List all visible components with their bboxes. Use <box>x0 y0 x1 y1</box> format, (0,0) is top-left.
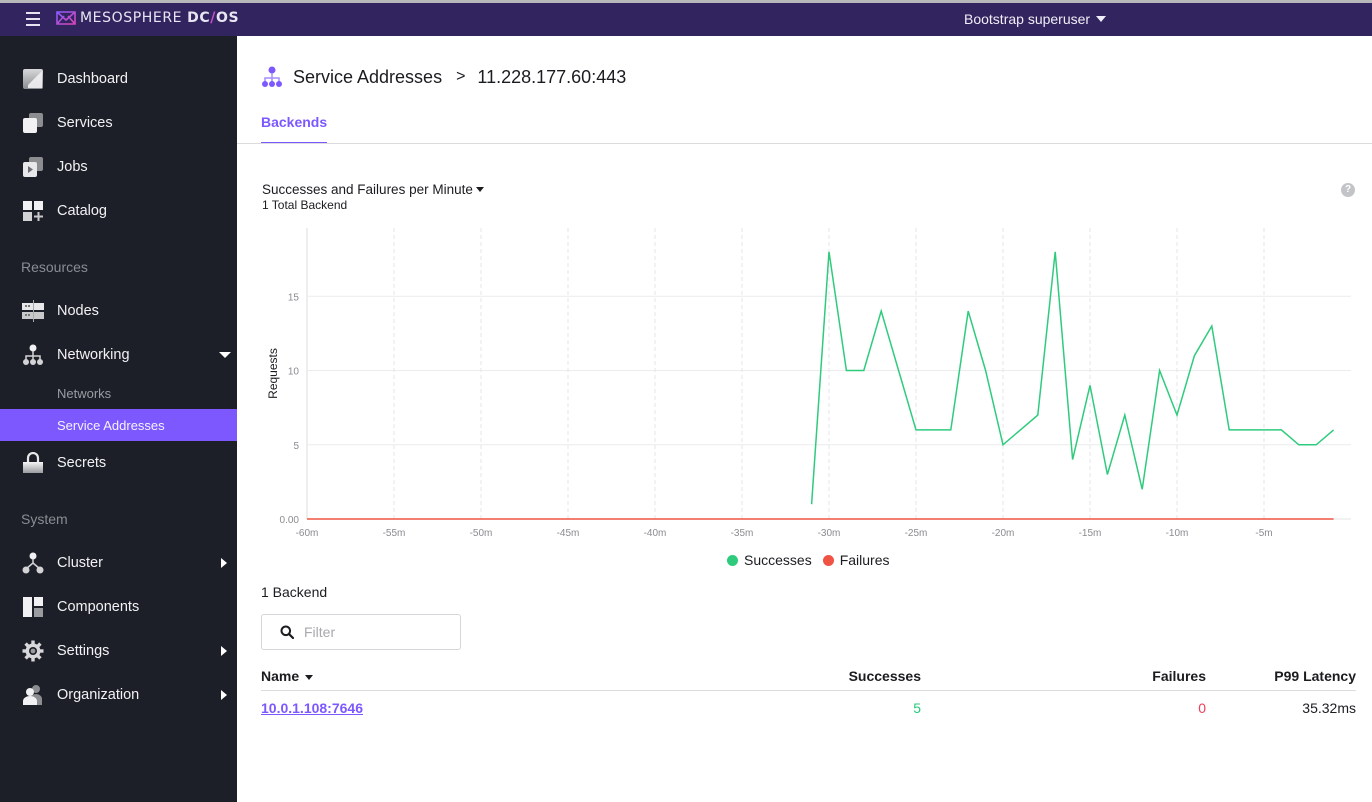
y-axis-label: Requests <box>266 348 280 399</box>
user-name: Bootstrap superuser <box>964 11 1091 27</box>
x-tick-label: -45m <box>557 528 580 539</box>
user-menu[interactable]: Bootstrap superuser <box>964 11 1107 27</box>
chevron-right-icon <box>221 646 227 656</box>
column-header-name[interactable]: Name <box>261 668 314 684</box>
column-header-failures[interactable]: Failures <box>1152 668 1206 684</box>
x-tick-label: -25m <box>905 528 928 539</box>
successes-line <box>810 251 1335 505</box>
x-tick-label: -50m <box>470 528 493 539</box>
top-bar: MESOSPHERE DC/OS Bootstrap superuser <box>0 0 1372 36</box>
cluster-icon <box>22 552 44 574</box>
sidebar-item-networks[interactable]: Networks <box>0 377 237 409</box>
sidebar-item-components[interactable]: Components <box>0 589 237 625</box>
brand-logo[interactable]: MESOSPHERE DC/OS <box>56 10 239 26</box>
services-icon <box>23 113 43 133</box>
backend-latency: 35.32ms <box>1302 700 1356 716</box>
mesosphere-logo-icon <box>56 11 76 25</box>
table-divider <box>261 690 1356 691</box>
x-tick-label: -55m <box>383 528 406 539</box>
organization-icon <box>23 685 42 705</box>
x-tick-label: -60m <box>296 528 319 539</box>
sidebar-item-networking[interactable]: Networking <box>0 337 237 373</box>
sidebar: Dashboard Services Jobs Catalog Resource… <box>0 36 237 802</box>
brand-name: MESOSPHERE DC/OS <box>80 10 240 26</box>
search-icon <box>280 625 294 639</box>
chevron-down-icon <box>219 352 231 358</box>
jobs-icon <box>23 157 43 177</box>
sort-caret-icon <box>305 674 314 680</box>
main-content: Service Addresses > 11.228.177.60:443 Ba… <box>237 36 1372 802</box>
legend-dot-failures <box>822 554 834 566</box>
chevron-right-icon <box>221 690 227 700</box>
sidebar-item-services[interactable]: Services <box>0 105 237 141</box>
y-tick-label: 15 <box>288 292 300 303</box>
x-tick-label: -20m <box>992 528 1015 539</box>
components-icon <box>23 597 43 617</box>
requests-chart: 0.00 5 10 15 -60m -55m -50m -45m -40m -35m -30m -25… <box>266 228 1351 539</box>
legend-dot-successes <box>727 554 738 566</box>
chart-legend: Successes Failures <box>727 552 901 568</box>
filter-input[interactable] <box>304 624 454 640</box>
sidebar-item-catalog[interactable]: Catalog <box>0 193 237 229</box>
sidebar-item-jobs[interactable]: Jobs <box>0 149 237 185</box>
backend-link[interactable]: 10.0.1.108:7646 <box>261 700 363 716</box>
catalog-icon <box>23 201 43 221</box>
legend-item-failures[interactable]: Failures <box>822 552 890 568</box>
legend-item-successes[interactable]: Successes <box>727 552 812 568</box>
lock-icon <box>23 452 43 473</box>
gear-icon <box>22 640 44 662</box>
x-tick-label: -40m <box>644 528 667 539</box>
section-label-resources: Resources <box>21 259 88 275</box>
dashboard-icon <box>23 69 43 89</box>
sidebar-item-nodes[interactable]: Nodes <box>0 293 237 329</box>
filter-field[interactable] <box>261 614 461 650</box>
hamburger-menu-icon[interactable] <box>26 12 40 26</box>
y-tick-label: 5 <box>293 441 299 452</box>
chevron-right-icon <box>221 558 227 568</box>
y-tick-label: 10 <box>288 367 300 378</box>
sidebar-item-cluster[interactable]: Cluster <box>0 545 237 581</box>
x-tick-label: -10m <box>1166 528 1189 539</box>
sidebar-item-secrets[interactable]: Secrets <box>0 445 237 481</box>
x-tick-label: -30m <box>818 528 841 539</box>
networking-icon <box>23 344 43 365</box>
x-tick-label: -5m <box>1255 528 1272 539</box>
column-header-successes[interactable]: Successes <box>849 668 921 684</box>
backend-count: 1 Backend <box>261 584 328 600</box>
y-tick-label: 0.00 <box>280 515 300 526</box>
x-tick-label: -35m <box>731 528 754 539</box>
sidebar-item-organization[interactable]: Organization <box>0 677 237 713</box>
sidebar-item-service-addresses[interactable]: Service Addresses <box>0 409 237 441</box>
nodes-icon <box>22 300 44 322</box>
x-tick-label: -15m <box>1079 528 1102 539</box>
sidebar-item-settings[interactable]: Settings <box>0 633 237 669</box>
caret-down-icon <box>1096 16 1107 22</box>
sidebar-item-dashboard[interactable]: Dashboard <box>0 61 237 97</box>
column-header-latency[interactable]: P99 Latency <box>1274 668 1356 684</box>
backend-failures: 0 <box>1198 700 1206 716</box>
section-label-system: System <box>21 511 68 527</box>
backend-successes: 5 <box>913 700 921 716</box>
